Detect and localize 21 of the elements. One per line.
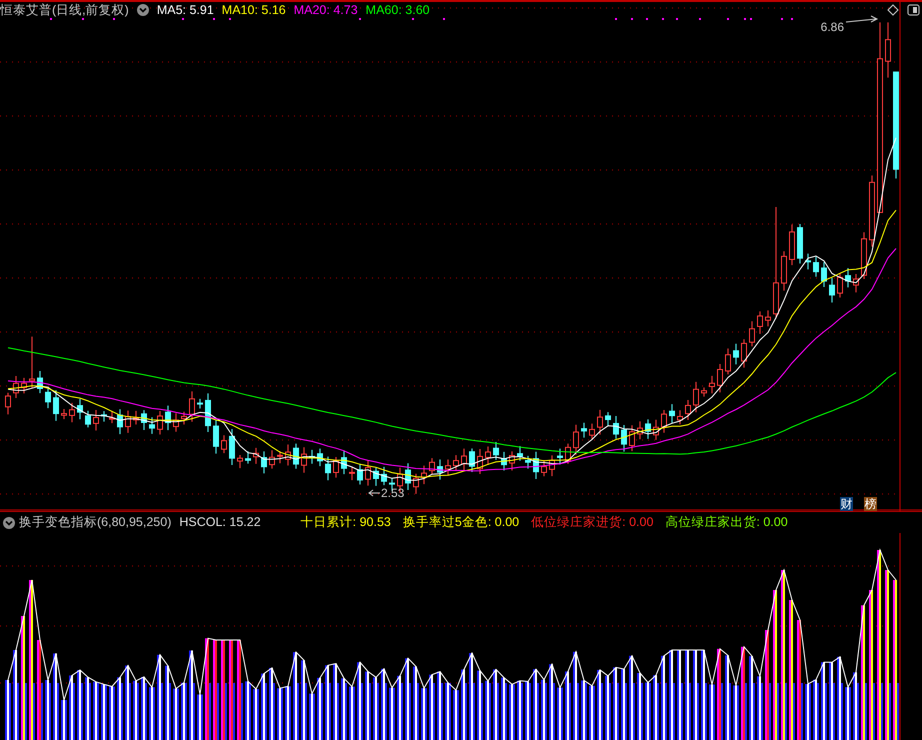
indicator-value: 十日累计: 90.53: [300, 514, 391, 532]
low-price-label: 2.53: [381, 486, 404, 500]
badge-label[interactable]: 榜: [864, 497, 877, 511]
indicator-value: 换手率过5金色: 0.00: [402, 514, 520, 532]
high-price-label: 6.86: [820, 20, 844, 34]
indicator-value: 低位绿庄家进货: 0.00: [531, 514, 654, 532]
badge-label[interactable]: 财: [840, 497, 853, 511]
chart-title: 恒泰艾普(日线,前复权): [0, 2, 129, 18]
dropdown-icon[interactable]: [3, 516, 15, 528]
moving-average-value: MA60: 3.60: [366, 2, 430, 18]
leader-line: [846, 16, 878, 22]
indicator-value: HSCOL: 15.22: [179, 514, 261, 532]
indicator-value: 高位绿庄家出货: 0.00: [665, 514, 788, 532]
moving-average-value: MA20: 4.73: [294, 2, 358, 18]
moving-average-value: MA10: 5.16: [222, 2, 286, 18]
dropdown-icon[interactable]: [136, 4, 149, 16]
diamond-icon[interactable]: [887, 4, 899, 16]
arrow-icon: [368, 490, 380, 496]
indicator-title: 换手变色指标(6,80,95,250): [19, 514, 172, 532]
panel-toggle-icon[interactable]: [908, 4, 920, 16]
moving-average-value: MA5: 5.91: [156, 2, 214, 18]
